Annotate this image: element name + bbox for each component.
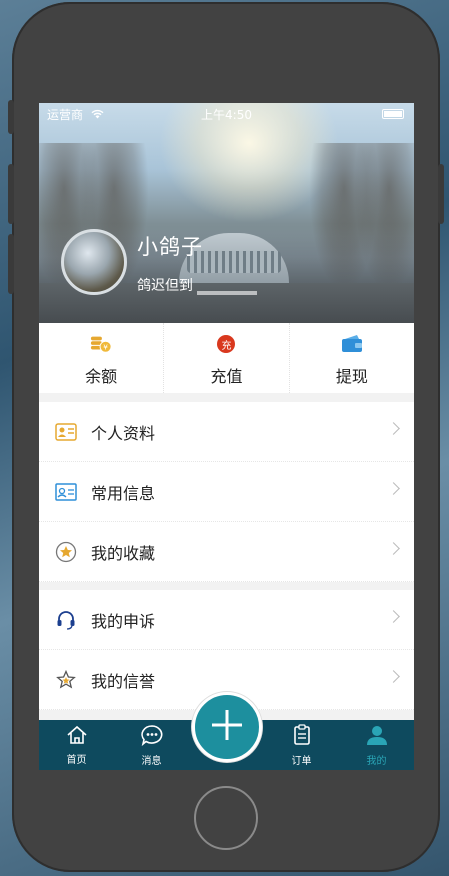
chevron-right-icon bbox=[387, 482, 400, 495]
add-button[interactable] bbox=[192, 692, 262, 762]
plus-icon bbox=[210, 708, 244, 746]
tab-label: 首页 bbox=[66, 754, 87, 766]
user-signature: 鸽迟但到 bbox=[137, 278, 193, 294]
profile-header: 运营商 上午4:50 小鸽子 鸽迟但到 bbox=[39, 103, 414, 323]
recharge-label: 充值 bbox=[210, 367, 243, 386]
id-card-icon bbox=[53, 479, 79, 505]
volume-up-button bbox=[8, 164, 14, 224]
home-icon bbox=[66, 725, 88, 749]
app-screen: 运营商 上午4:50 小鸽子 鸽迟但到 ¥ 余额 充 充值 提现 个人资料 常用… bbox=[39, 103, 414, 770]
recharge-icon: 充 bbox=[215, 333, 237, 355]
battery-icon bbox=[382, 109, 404, 119]
favorite-star-icon bbox=[53, 539, 79, 565]
headset-icon bbox=[53, 607, 79, 633]
menu-item-label: 常用信息 bbox=[91, 483, 156, 503]
tab-orders[interactable]: 订单 bbox=[264, 720, 339, 770]
status-bar: 运营商 上午4:50 bbox=[39, 103, 414, 123]
home-button[interactable] bbox=[194, 786, 258, 850]
chevron-right-icon bbox=[387, 610, 400, 623]
chat-icon bbox=[140, 724, 164, 750]
settings-menu: 个人资料 常用信息 我的收藏 我的申诉 我的信誉 bbox=[39, 402, 414, 710]
chevron-right-icon bbox=[387, 422, 400, 435]
menu-item-personal-info[interactable]: 个人资料 bbox=[39, 402, 414, 462]
avatar[interactable] bbox=[61, 229, 127, 295]
withdraw-button[interactable]: 提现 bbox=[290, 323, 414, 393]
withdraw-label: 提现 bbox=[335, 367, 368, 386]
tab-label: 消息 bbox=[141, 755, 162, 767]
tab-label: 订单 bbox=[291, 755, 312, 767]
star-outline-icon bbox=[53, 667, 79, 693]
menu-item-favorites[interactable]: 我的收藏 bbox=[39, 522, 414, 582]
mute-switch bbox=[8, 100, 14, 134]
menu-item-appeals[interactable]: 我的申诉 bbox=[39, 590, 414, 650]
tab-bar: 首页 消息 订单 我的 bbox=[39, 692, 414, 770]
tab-home[interactable]: 首页 bbox=[39, 720, 114, 770]
menu-item-label: 我的申诉 bbox=[91, 611, 156, 631]
wallet-icon bbox=[341, 333, 363, 355]
tab-messages[interactable]: 消息 bbox=[114, 720, 189, 770]
menu-item-common-info[interactable]: 常用信息 bbox=[39, 462, 414, 522]
profile-card-icon bbox=[53, 419, 79, 445]
svg-text:¥: ¥ bbox=[103, 343, 108, 352]
username: 小鸽子 bbox=[137, 235, 203, 259]
power-button bbox=[438, 164, 444, 224]
header-background-tree bbox=[354, 143, 414, 293]
coins-icon: ¥ bbox=[90, 333, 112, 355]
order-icon bbox=[292, 723, 312, 750]
tab-me[interactable]: 我的 bbox=[339, 720, 414, 770]
menu-divider bbox=[39, 582, 414, 590]
balance-label: 余额 bbox=[85, 367, 118, 386]
recharge-badge-text: 充 bbox=[221, 340, 232, 352]
clock: 上午4:50 bbox=[201, 108, 252, 122]
menu-item-label: 个人资料 bbox=[91, 423, 156, 443]
menu-item-label: 我的信誉 bbox=[91, 671, 156, 691]
chevron-right-icon bbox=[387, 670, 400, 683]
menu-item-label: 我的收藏 bbox=[91, 543, 156, 563]
tab-label: 我的 bbox=[366, 755, 387, 767]
volume-down-button bbox=[8, 234, 14, 294]
chevron-right-icon bbox=[387, 542, 400, 555]
wallet-bar: ¥ 余额 充 充值 提现 bbox=[39, 323, 414, 393]
recharge-button[interactable]: 充 充值 bbox=[164, 323, 290, 393]
balance-button[interactable]: ¥ 余额 bbox=[39, 323, 165, 393]
user-icon bbox=[366, 724, 388, 750]
